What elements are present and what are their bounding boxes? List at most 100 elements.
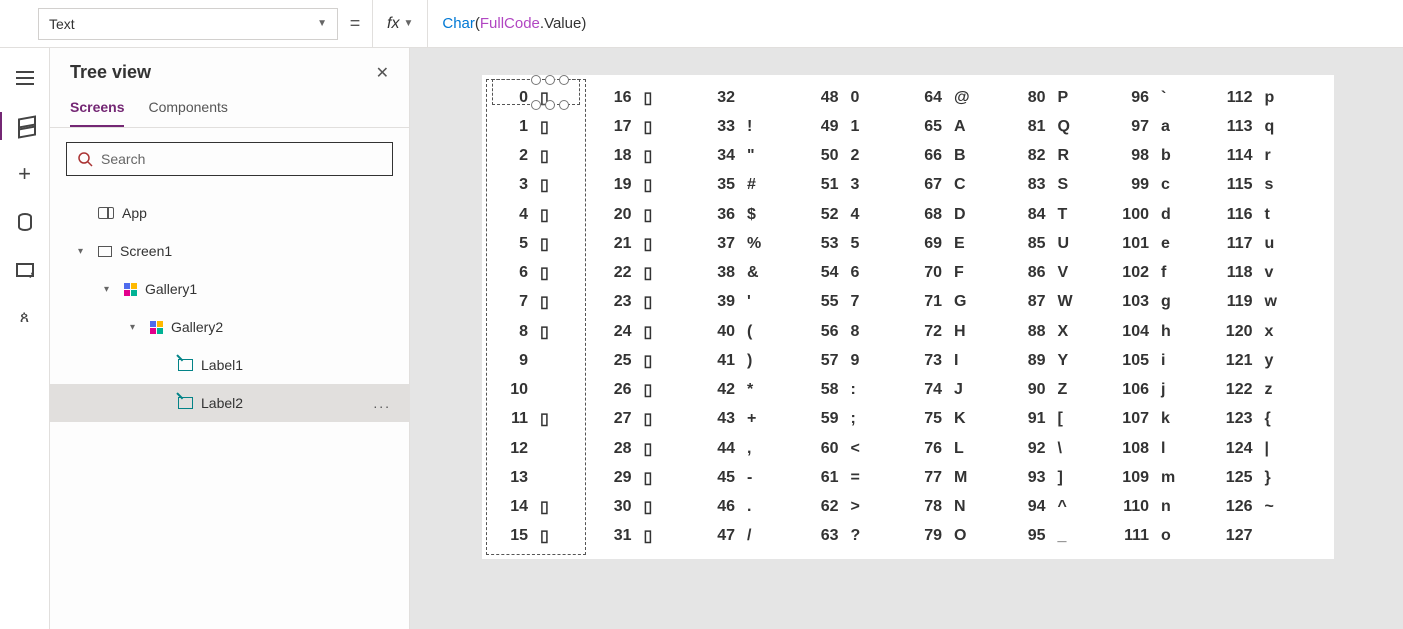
resize-handle[interactable] — [559, 75, 569, 85]
tree-view-icon[interactable] — [13, 114, 37, 138]
ascii-char: 4 — [851, 206, 867, 224]
ascii-cell: 23▯ — [598, 288, 702, 317]
ascii-code: 60 — [805, 440, 839, 458]
ascii-char: / — [747, 527, 763, 545]
ascii-cell: 110 n — [1115, 493, 1219, 522]
resize-handle[interactable] — [531, 75, 541, 85]
canvas-page[interactable]: 0▯1▯2▯3▯4▯5▯6▯7▯8▯91011▯121314▯15▯16▯17▯… — [482, 75, 1334, 559]
ascii-code: 109 — [1115, 469, 1149, 487]
ascii-char: g — [1161, 293, 1177, 311]
close-icon[interactable]: ✕ — [376, 63, 389, 83]
ascii-cell: 58: — [805, 376, 909, 405]
ascii-char: : — [851, 381, 867, 399]
ascii-cell: 24▯ — [598, 317, 702, 346]
ascii-cell: 74J — [908, 376, 1012, 405]
ascii-cell: 108l — [1115, 434, 1219, 463]
ascii-char: 8 — [851, 323, 867, 341]
more-icon[interactable]: ... — [373, 395, 391, 411]
ascii-code: 56 — [805, 323, 839, 341]
ascii-char: & — [747, 264, 763, 282]
ascii-char: m — [1161, 469, 1177, 487]
ascii-code: 99 — [1115, 176, 1149, 194]
resize-handle[interactable] — [559, 100, 569, 110]
ascii-cell: 19▯ — [598, 171, 702, 200]
tab-components[interactable]: Components — [148, 93, 227, 127]
chevron-down-icon[interactable]: ▾ — [104, 284, 116, 295]
ascii-code: 110 — [1115, 498, 1149, 516]
ascii-char: p — [1265, 89, 1281, 107]
tree-node-label1[interactable]: Label1 — [50, 346, 409, 384]
chevron-down-icon: ▼ — [403, 18, 413, 29]
ascii-cell: 106j — [1115, 376, 1219, 405]
ascii-code: 49 — [805, 118, 839, 136]
search-input[interactable]: Search — [66, 142, 393, 176]
property-selector[interactable]: Text ▼ — [38, 8, 338, 40]
tree-node-app[interactable]: App — [50, 194, 409, 232]
ascii-code: 103 — [1115, 293, 1149, 311]
ascii-cell: 21▯ — [598, 229, 702, 258]
ascii-code: 127 — [1219, 527, 1253, 545]
tree-node-label2[interactable]: Label2 ... — [50, 384, 409, 422]
ascii-code: 28 — [598, 440, 632, 458]
ascii-code: 75 — [908, 410, 942, 428]
ascii-cell: 56 8 — [805, 317, 909, 346]
tree-node-gallery2[interactable]: ▾ Gallery2 — [50, 308, 409, 346]
gallery2-template-outline[interactable] — [492, 79, 580, 105]
ascii-char: t — [1265, 206, 1281, 224]
ascii-char: ▯ — [644, 497, 660, 517]
ascii-char: X — [1058, 323, 1074, 341]
chevron-down-icon[interactable]: ▾ — [130, 322, 142, 333]
ascii-cell: 114r — [1219, 142, 1323, 171]
ascii-cell: 491 — [805, 112, 909, 141]
ascii-code: 70 — [908, 264, 942, 282]
insert-icon[interactable]: + — [13, 162, 37, 186]
ascii-code: 21 — [598, 235, 632, 253]
chevron-down-icon[interactable]: ▾ — [78, 246, 90, 257]
ascii-char: U — [1058, 235, 1074, 253]
ascii-code: 59 — [805, 410, 839, 428]
ascii-cell: 47/ — [701, 522, 805, 551]
ascii-code: 73 — [908, 352, 942, 370]
ascii-cell: 32 — [701, 83, 805, 112]
ascii-char: ▯ — [644, 526, 660, 546]
tree-node-screen1[interactable]: ▾ Screen1 — [50, 232, 409, 270]
ascii-code: 105 — [1115, 352, 1149, 370]
ascii-code: 46 — [701, 498, 735, 516]
ascii-char: ^ — [1058, 498, 1074, 516]
ascii-char: 5 — [851, 235, 867, 253]
gallery1-selection-outline[interactable] — [486, 79, 586, 555]
formula-input[interactable]: Char( FullCode.Value ) — [427, 0, 1403, 48]
canvas-area[interactable]: 0▯1▯2▯3▯4▯5▯6▯7▯8▯91011▯121314▯15▯16▯17▯… — [410, 48, 1403, 629]
ascii-char: ▯ — [644, 439, 660, 459]
resize-handle[interactable] — [545, 100, 555, 110]
resize-handle[interactable] — [531, 100, 541, 110]
ascii-char: n — [1161, 498, 1177, 516]
ascii-code: 92 — [1012, 440, 1046, 458]
ascii-char: ▯ — [644, 292, 660, 312]
ascii-code: 101 — [1115, 235, 1149, 253]
ascii-code: 96 — [1115, 89, 1149, 107]
ascii-code: 115 — [1219, 176, 1253, 194]
data-icon[interactable] — [13, 210, 37, 234]
ascii-code: 45 — [701, 469, 735, 487]
ascii-code: 67 — [908, 176, 942, 194]
advanced-tools-icon[interactable]: ጰ — [13, 306, 37, 330]
ascii-code: 111 — [1115, 527, 1149, 545]
ascii-char: I — [954, 352, 970, 370]
tab-screens[interactable]: Screens — [70, 93, 124, 127]
fx-button[interactable]: fx ▼ — [372, 0, 427, 48]
media-icon[interactable] — [13, 258, 37, 282]
resize-handle[interactable] — [545, 75, 555, 85]
ascii-cell: 36$ — [701, 200, 805, 229]
tree-node-gallery1[interactable]: ▾ Gallery1 — [50, 270, 409, 308]
ascii-char: . — [747, 498, 763, 516]
ascii-char: ▯ — [644, 263, 660, 283]
ascii-cell: 73 I — [908, 346, 1012, 375]
ascii-cell: 121y — [1219, 346, 1323, 375]
hamburger-icon[interactable] — [13, 66, 37, 90]
ascii-code: 80 — [1012, 89, 1046, 107]
ascii-cell: 34" — [701, 142, 805, 171]
ascii-char: N — [954, 498, 970, 516]
ascii-code: 34 — [701, 147, 735, 165]
ascii-cell: 59; — [805, 405, 909, 434]
